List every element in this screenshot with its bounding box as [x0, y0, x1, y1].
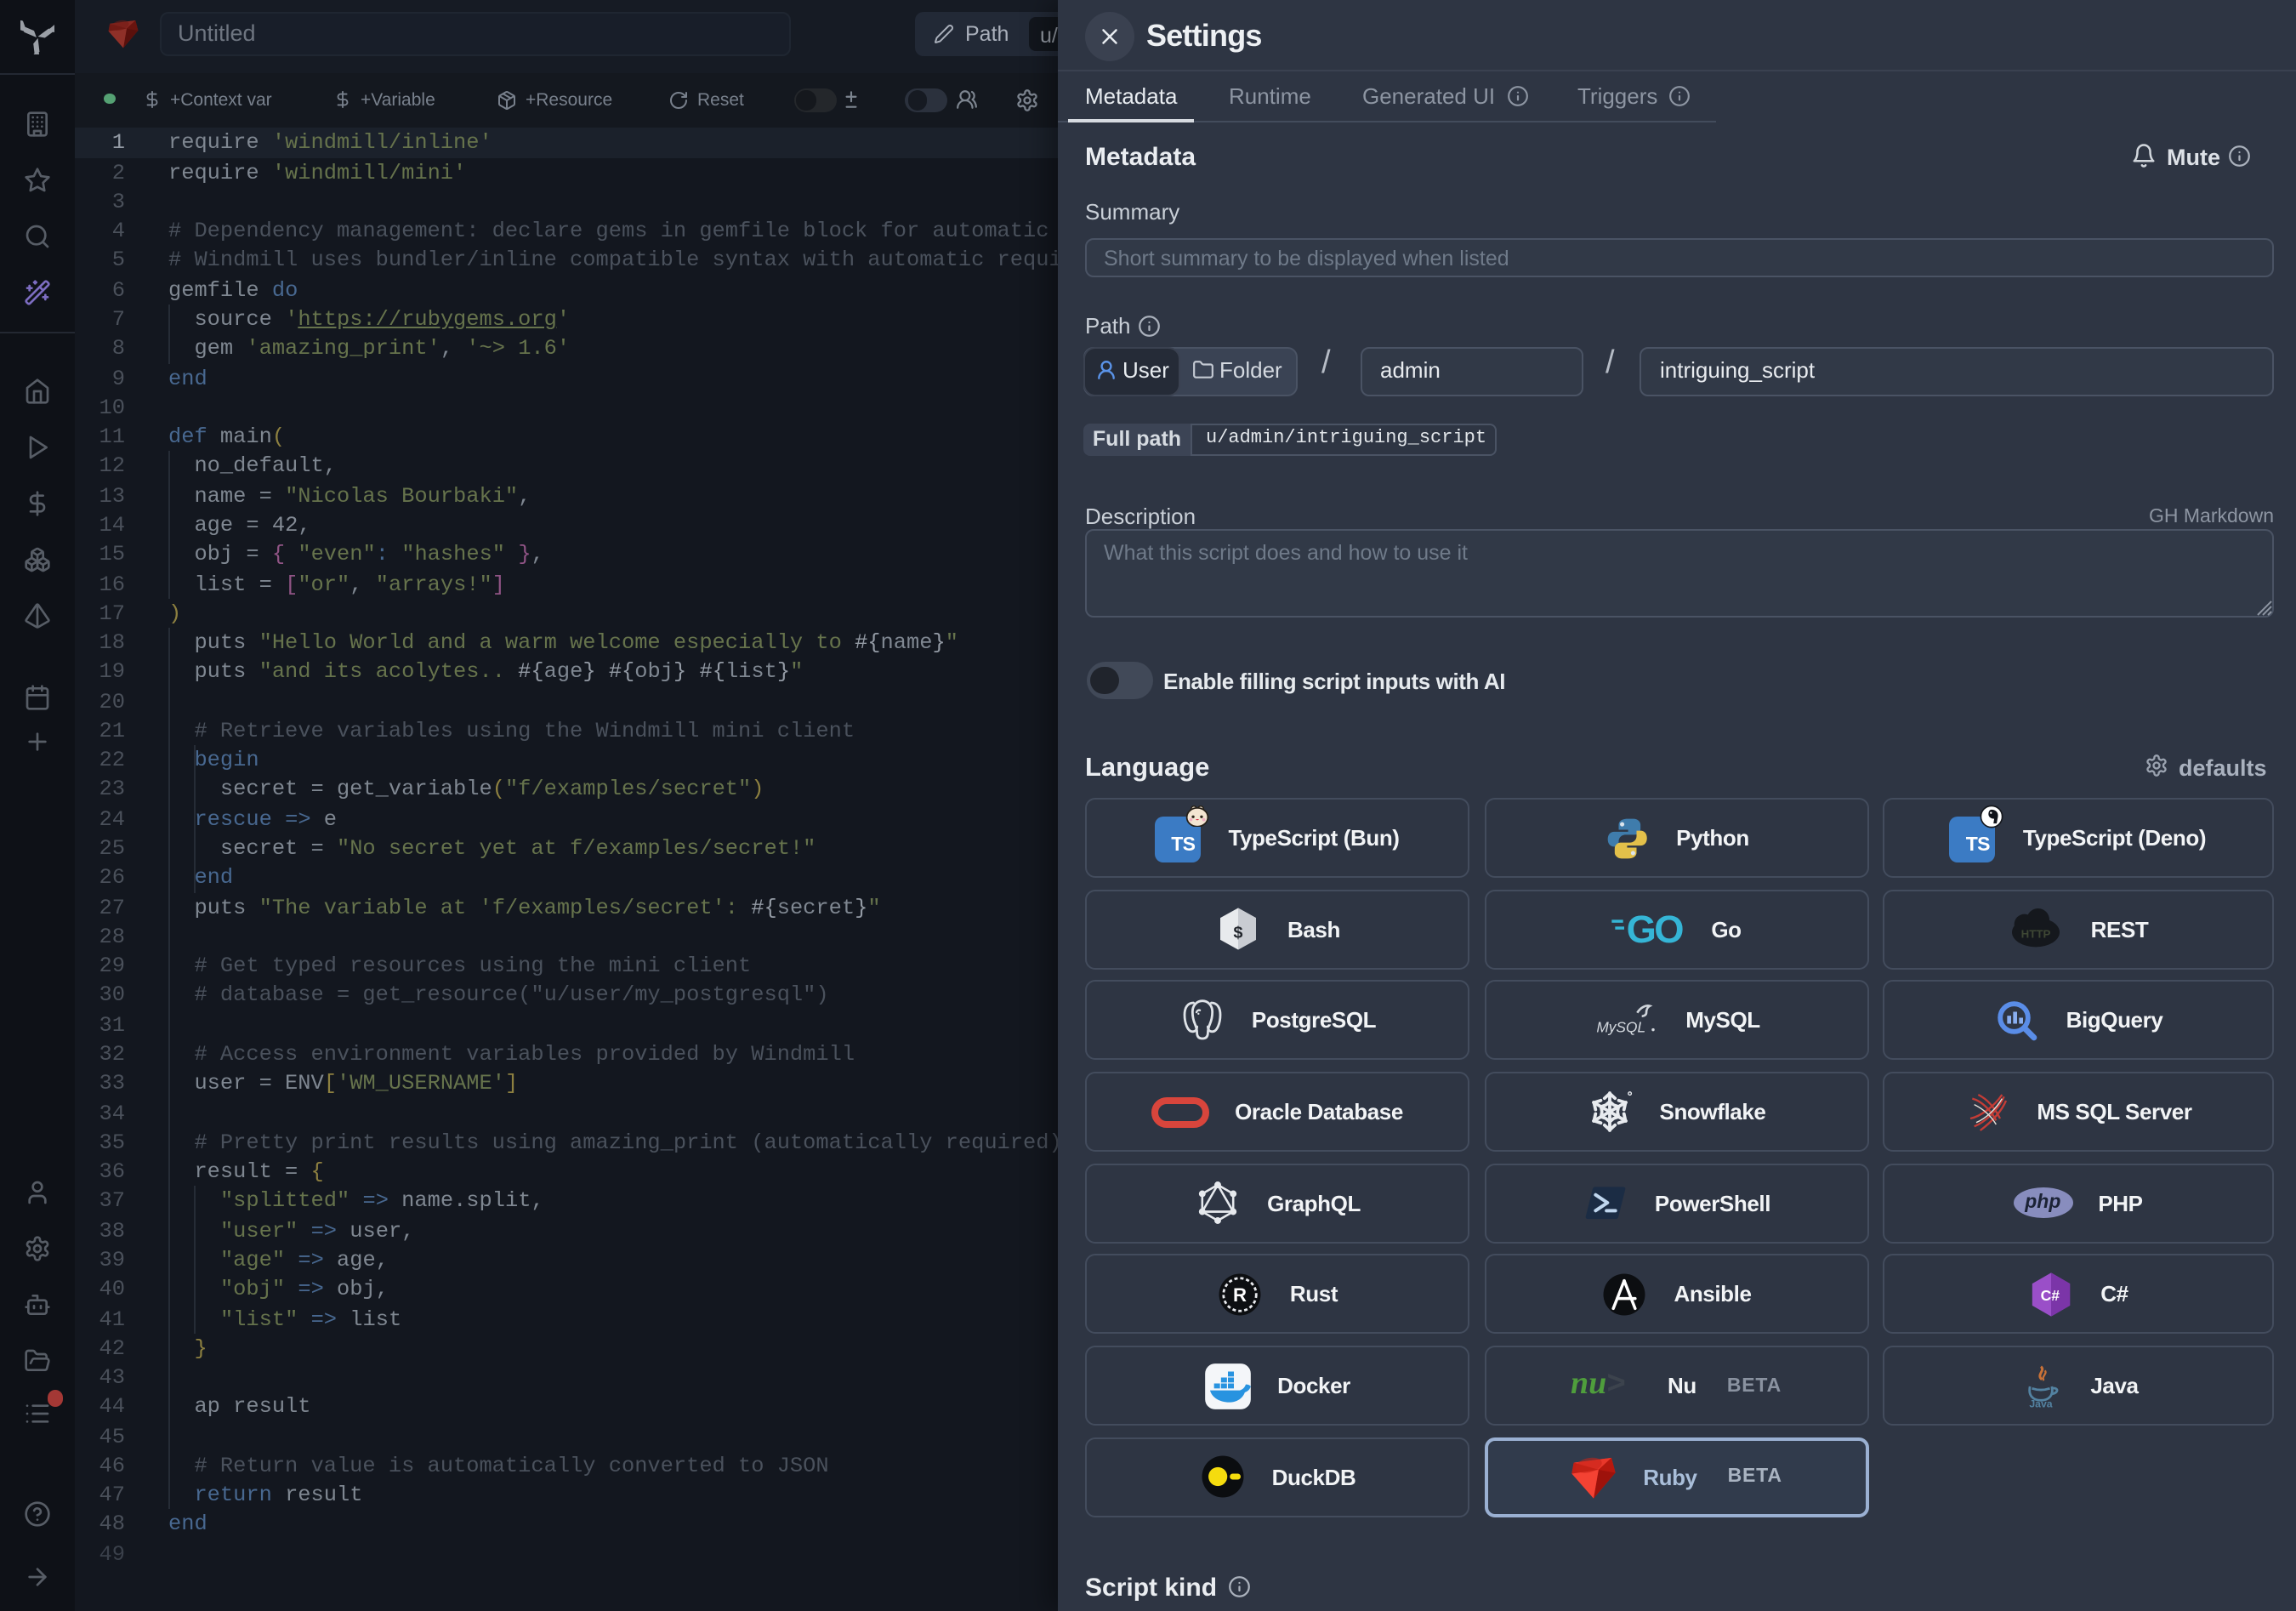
svg-text:MySQL: MySQL: [1597, 1018, 1646, 1035]
svg-text:Java: Java: [2030, 1398, 2053, 1409]
svg-text:C#: C#: [2041, 1287, 2060, 1304]
svg-text:R: R: [1234, 1284, 1247, 1306]
svg-text:HTTP: HTTP: [2021, 928, 2051, 941]
svg-text:GO: GO: [1627, 908, 1684, 951]
svg-text:$: $: [1233, 924, 1243, 943]
